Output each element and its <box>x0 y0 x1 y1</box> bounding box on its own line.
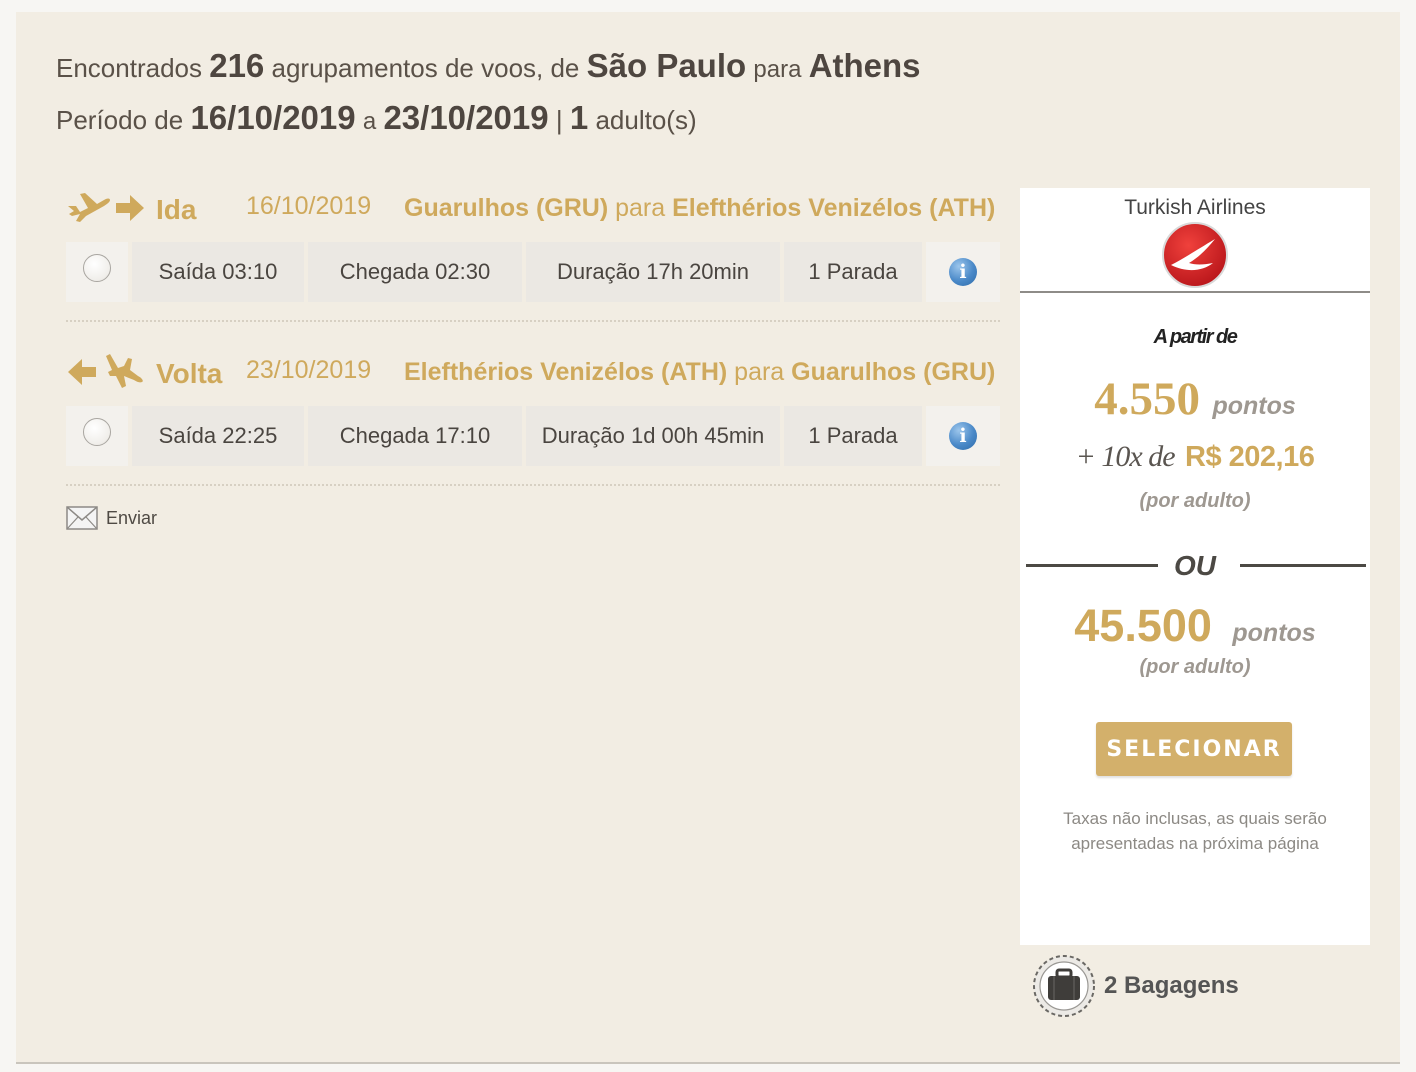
radio-cell <box>66 406 128 466</box>
summary-line-1: Encontrados 216 agrupamentos de voos, de… <box>56 42 921 94</box>
summary-text: a <box>362 108 377 135</box>
send-link[interactable]: Enviar <box>66 506 157 530</box>
route-from: Elefthérios Venizélos (ATH) <box>404 358 728 386</box>
departure-time: Saída 03:10 <box>132 242 304 302</box>
points-unit: pontos <box>1212 392 1296 420</box>
turkish-airlines-logo <box>1162 222 1228 288</box>
results-panel: Encontrados 216 agrupamentos de voos, de… <box>16 12 1400 1064</box>
route-from: Guarulhos (GRU) <box>404 194 609 222</box>
plane-departure-icon <box>68 193 144 222</box>
route-para: para <box>734 358 785 386</box>
baggage-info: 2 Bagagens <box>1030 952 1239 1020</box>
from-label: A partir de <box>1153 326 1238 348</box>
outbound-leg-header: Ida 16/10/2019 Guarulhos (GRU) para Elef… <box>66 186 995 236</box>
flight-duration: Duração 1d 00h 45min <box>526 406 780 466</box>
radio-cell <box>66 242 128 302</box>
select-button[interactable]: SELECIONAR <box>1096 722 1292 776</box>
airline-name: Turkish Airlines <box>1124 196 1266 219</box>
plane-arrival-icon <box>68 354 143 388</box>
leg-route: Guarulhos (GRU) para Elefthérios Venizél… <box>404 194 995 223</box>
send-label: Enviar <box>106 507 158 528</box>
suitcase-icon <box>1033 955 1095 1017</box>
points-unit: pontos <box>1232 619 1316 647</box>
result-count: 216 <box>209 47 265 84</box>
leg-label: Volta <box>156 358 223 389</box>
points-value: 4.550 <box>1094 373 1200 425</box>
summary-text: adulto(s) <box>595 105 697 135</box>
divider <box>66 484 1000 486</box>
summary-text: Encontrados <box>56 53 202 83</box>
leg-date: 23/10/2019 <box>246 356 372 384</box>
full-points: 45.500 pontos <box>1020 600 1370 652</box>
card-divider <box>1020 291 1370 293</box>
info-cell: i <box>926 242 1000 302</box>
summary-line-2: Período de 16/10/2019 a 23/10/2019 | 1 a… <box>56 94 921 146</box>
info-icon[interactable]: i <box>949 422 977 450</box>
summary-text: para <box>753 56 802 83</box>
stops-count: 1 Parada <box>784 242 922 302</box>
leg-date: 16/10/2019 <box>246 192 372 220</box>
baggage-label: 2 Bagagens <box>1104 972 1239 999</box>
departure-time: Saída 22:25 <box>132 406 304 466</box>
date-to: 23/10/2019 <box>383 99 549 136</box>
origin-city: São Paulo <box>586 47 747 84</box>
flight-duration: Duração 17h 20min <box>526 242 780 302</box>
date-from: 16/10/2019 <box>190 99 356 136</box>
arrival-time: Chegada 02:30 <box>308 242 522 302</box>
leg-route: Elefthérios Venizélos (ATH) para Guarulh… <box>404 358 995 387</box>
leg-label: Ida <box>156 194 197 225</box>
stops-count: 1 Parada <box>784 406 922 466</box>
offer-card: Turkish Airlines A partir de 4.550 ponto… <box>1020 188 1370 945</box>
outbound-flight-row[interactable]: Saída 03:10 Chegada 02:30 Duração 17h 20… <box>66 242 1000 302</box>
arrival-time: Chegada 17:10 <box>308 406 522 466</box>
select-flight-radio[interactable] <box>83 418 111 446</box>
mixed-points: 4.550 pontos <box>1020 372 1370 426</box>
route-para: para <box>615 194 666 222</box>
adults-count: 1 <box>569 99 589 136</box>
divider-line <box>1240 564 1366 567</box>
info-icon[interactable]: i <box>949 258 977 286</box>
route-to: Elefthérios Venizélos (ATH) <box>672 194 996 222</box>
points-value: 45.500 <box>1074 600 1212 651</box>
per-adult-note: (por adulto) <box>1139 490 1251 512</box>
divider <box>66 320 1000 322</box>
taxes-note: Taxas não inclusas, as quais serão apres… <box>1063 809 1327 853</box>
installments: + 10x de R$ 202,16 <box>1020 440 1370 474</box>
search-summary: Encontrados 216 agrupamentos de voos, de… <box>56 42 921 146</box>
return-flight-row[interactable]: Saída 22:25 Chegada 17:10 Duração 1d 00h… <box>66 406 1000 466</box>
installments-label: + 10x de <box>1075 440 1176 473</box>
info-cell: i <box>926 406 1000 466</box>
return-leg-header: Volta 23/10/2019 Elefthérios Venizélos (… <box>66 350 995 400</box>
envelope-icon <box>66 506 98 530</box>
summary-text: Período de <box>56 105 184 135</box>
installment-value: R$ 202,16 <box>1185 441 1315 473</box>
select-flight-radio[interactable] <box>83 254 111 282</box>
route-to: Guarulhos (GRU) <box>791 358 996 386</box>
destination-city: Athens <box>808 47 921 84</box>
summary-separator: | <box>555 105 563 135</box>
summary-text: agrupamentos de voos, de <box>271 53 580 83</box>
per-adult-note: (por adulto) <box>1139 656 1251 678</box>
